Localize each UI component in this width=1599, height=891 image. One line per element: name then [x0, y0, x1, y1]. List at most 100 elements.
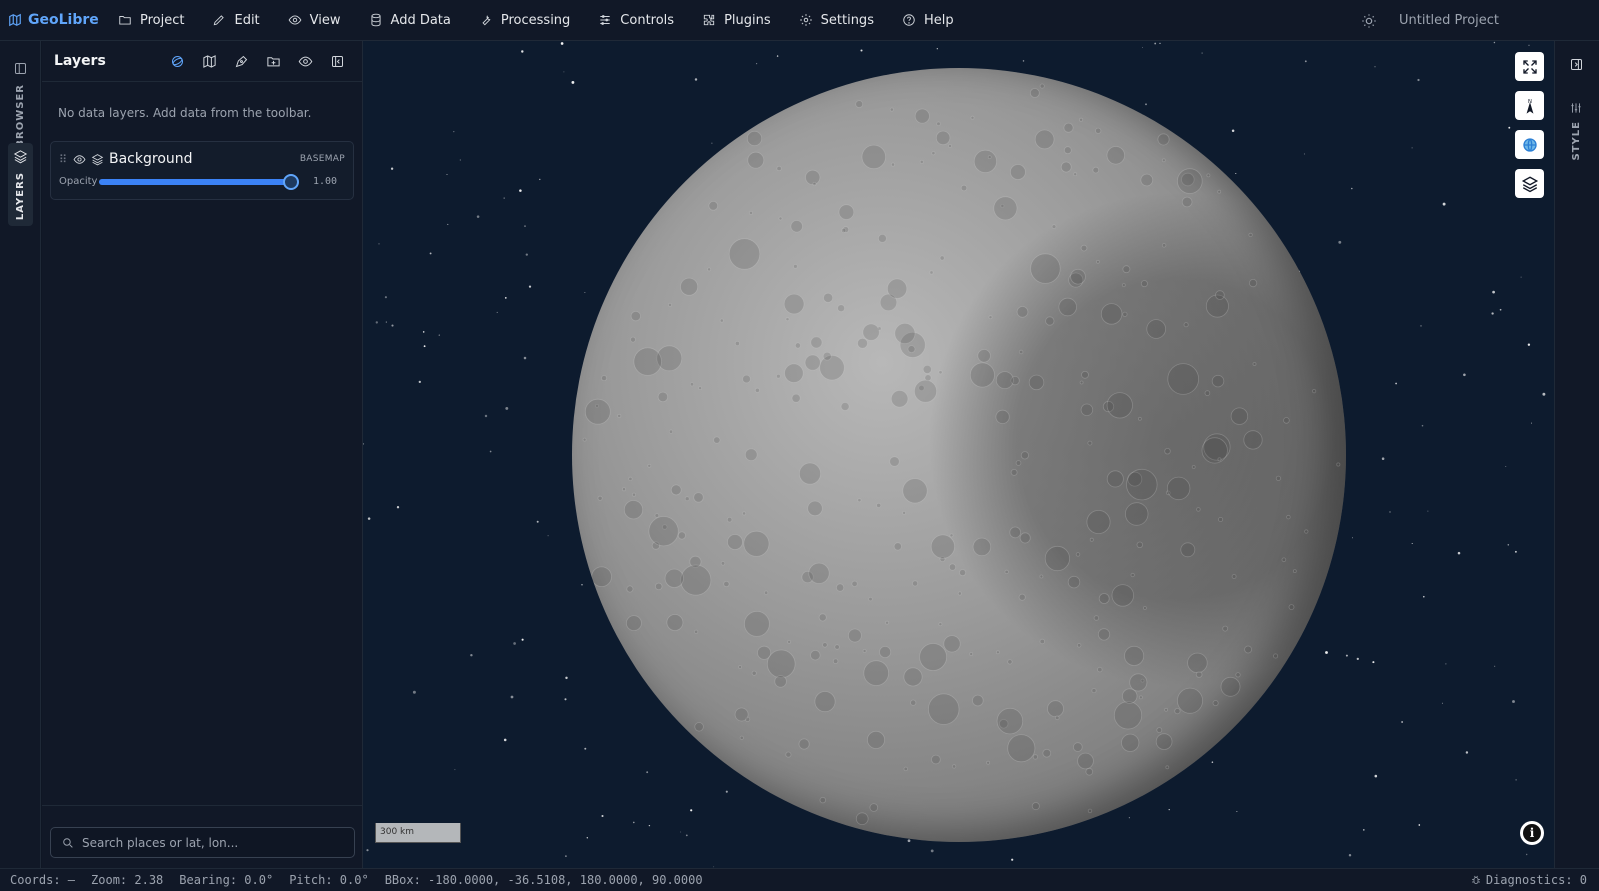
- star: [646, 771, 649, 774]
- crater: [1030, 253, 1061, 284]
- star: [1441, 702, 1443, 704]
- crater: [1222, 625, 1229, 632]
- crater: [1283, 417, 1290, 424]
- crater: [869, 803, 879, 812]
- crater: [734, 340, 740, 346]
- crater: [907, 345, 916, 354]
- crater: [1031, 802, 1040, 811]
- star: [1389, 511, 1391, 513]
- map-canvas[interactable]: N 300 km i: [363, 41, 1554, 868]
- star: [1352, 537, 1353, 539]
- app-brand[interactable]: GeoLibre: [0, 12, 104, 28]
- crater: [973, 149, 997, 174]
- star: [633, 821, 635, 824]
- toggle-visibility-button[interactable]: [296, 52, 314, 70]
- crater: [713, 436, 721, 444]
- crater: [943, 635, 961, 653]
- right-panel-toggle[interactable]: [1569, 57, 1585, 73]
- collapse-panel-button[interactable]: [328, 52, 346, 70]
- crater: [746, 130, 763, 147]
- crater: [739, 735, 744, 740]
- star: [1465, 751, 1469, 754]
- crater: [793, 264, 798, 269]
- rail-browser-tab[interactable]: BROWSER: [8, 55, 33, 154]
- crater: [694, 629, 699, 634]
- menu-project-label: Project: [140, 12, 185, 28]
- rail-layers-tab[interactable]: LAYERS: [8, 143, 33, 227]
- status-zoom: Zoom: 2.38: [91, 873, 164, 887]
- draw-button[interactable]: [232, 52, 250, 70]
- fullscreen-button[interactable]: [1515, 52, 1544, 81]
- drag-handle-icon[interactable]: ⠿: [59, 153, 73, 166]
- collapse-panel-icon: [331, 55, 343, 67]
- add-group-button[interactable]: [264, 52, 282, 70]
- crater: [654, 582, 663, 591]
- crater: [1201, 437, 1228, 464]
- star: [539, 178, 541, 181]
- menu-plugins[interactable]: Plugins: [688, 0, 785, 41]
- crater: [1077, 752, 1094, 770]
- crater: [893, 542, 902, 551]
- star: [1356, 657, 1359, 661]
- star: [1493, 41, 1496, 44]
- globe-projection-icon: [171, 55, 183, 67]
- menu-processing[interactable]: Processing: [465, 0, 584, 41]
- map-view-button[interactable]: [200, 52, 218, 70]
- star: [756, 63, 758, 65]
- star: [601, 814, 604, 818]
- menu-view[interactable]: View: [274, 0, 355, 41]
- star: [418, 380, 421, 384]
- visibility-eye-icon[interactable]: [73, 153, 86, 166]
- style-tab[interactable]: STYLE: [1569, 101, 1583, 160]
- star: [565, 676, 568, 680]
- attribution-button[interactable]: i: [1520, 821, 1544, 845]
- star: [1445, 663, 1447, 665]
- place-search[interactable]: [50, 827, 355, 858]
- layers-icon: [1521, 175, 1538, 192]
- crater: [784, 363, 804, 383]
- crater: [1028, 374, 1045, 391]
- menu-controls[interactable]: Controls: [584, 0, 688, 41]
- globe-projection-button[interactable]: [168, 52, 186, 70]
- star: [1427, 510, 1429, 512]
- crater: [988, 315, 993, 320]
- layer-switcher-button[interactable]: [1515, 169, 1544, 198]
- search-input[interactable]: [82, 835, 342, 850]
- crater: [863, 660, 890, 686]
- menu-project[interactable]: Project: [104, 0, 198, 41]
- compass-button[interactable]: N: [1515, 91, 1544, 120]
- star: [936, 48, 938, 50]
- menu-settings-label: Settings: [820, 12, 874, 28]
- menu-help[interactable]: Help: [888, 0, 968, 41]
- star: [1338, 240, 1342, 244]
- crater: [628, 476, 633, 481]
- crater: [1292, 569, 1297, 574]
- crater: [1018, 593, 1026, 601]
- main-menu: Project Edit View Add Data Processing Co…: [104, 0, 968, 41]
- crater: [776, 165, 782, 172]
- menu-add-data[interactable]: Add Data: [355, 0, 465, 41]
- crater: [1275, 475, 1282, 481]
- crater: [929, 270, 934, 275]
- star: [1492, 290, 1495, 294]
- crater: [632, 492, 637, 497]
- crater: [1051, 224, 1057, 229]
- crater: [1092, 166, 1100, 174]
- star: [581, 584, 583, 586]
- crater: [1121, 733, 1140, 752]
- crater: [810, 336, 823, 349]
- star: [1236, 811, 1238, 812]
- sun-icon[interactable]: [1361, 13, 1377, 29]
- globe-toggle-button[interactable]: [1515, 130, 1544, 159]
- menu-settings[interactable]: Settings: [785, 0, 888, 41]
- crater: [818, 613, 827, 622]
- diagnostics-indicator[interactable]: Diagnostics: 0: [1470, 873, 1587, 887]
- opacity-slider-thumb[interactable]: [283, 173, 299, 190]
- background-layer-item[interactable]: ⠿ Background BASEMAP Opacity 1.00: [50, 141, 354, 200]
- crater: [1122, 311, 1128, 317]
- menu-edit[interactable]: Edit: [198, 0, 273, 41]
- crater: [1079, 380, 1084, 385]
- star: [521, 50, 524, 53]
- crater: [743, 611, 770, 637]
- opacity-slider[interactable]: [99, 173, 299, 190]
